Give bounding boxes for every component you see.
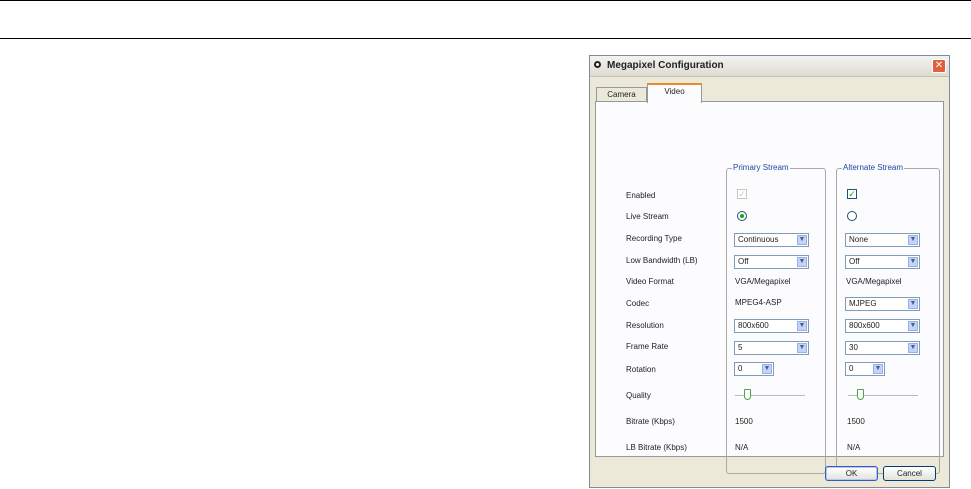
- primary-enabled-checkbox[interactable]: ✓: [737, 189, 747, 199]
- alternate-low-bandwidth-select[interactable]: Off ▼: [845, 255, 920, 269]
- chevron-down-icon[interactable]: ▼: [908, 343, 918, 353]
- rotation-label: Rotation: [626, 365, 656, 374]
- lb-bitrate-label: LB Bitrate (Kbps): [626, 443, 687, 452]
- recording-type-label: Recording Type: [626, 234, 682, 243]
- select-value: 0: [738, 364, 743, 373]
- alternate-codec-select[interactable]: MJPEG ▼: [845, 297, 920, 311]
- window-icon: [594, 61, 601, 68]
- close-icon[interactable]: ✕: [932, 59, 946, 73]
- alternate-video-format: VGA/Megapixel: [846, 277, 902, 286]
- quality-label: Quality: [626, 391, 651, 400]
- chevron-down-icon[interactable]: ▼: [908, 299, 918, 309]
- alternate-bitrate: 1500: [847, 417, 865, 426]
- chevron-down-icon[interactable]: ▼: [908, 257, 918, 267]
- alternate-recording-type-select[interactable]: None ▼: [845, 233, 920, 247]
- enabled-label: Enabled: [626, 191, 656, 200]
- video-format-label: Video Format: [626, 277, 674, 286]
- primary-frame-rate-select[interactable]: 5 ▼: [734, 341, 809, 355]
- primary-low-bandwidth-select[interactable]: Off ▼: [734, 255, 809, 269]
- select-value: MJPEG: [849, 299, 877, 308]
- primary-video-format: VGA/Megapixel: [735, 277, 791, 286]
- chevron-down-icon[interactable]: ▼: [797, 343, 807, 353]
- select-value: 800x600: [738, 321, 769, 330]
- select-value: 0: [849, 364, 854, 373]
- primary-bitrate: 1500: [735, 417, 753, 426]
- frame-rate-label: Frame Rate: [626, 342, 669, 351]
- primary-lb-bitrate: N/A: [735, 443, 749, 452]
- primary-rotation-select[interactable]: 0 ▼: [734, 362, 774, 376]
- megapixel-config-dialog: Megapixel Configuration ✕ Camera Video P…: [589, 55, 950, 488]
- video-tab-panel: Primary Stream Alternate Stream Enabled …: [595, 101, 944, 474]
- primary-codec: MPEG4-ASP: [735, 298, 782, 307]
- slider-thumb[interactable]: [857, 389, 864, 400]
- codec-label: Codec: [626, 299, 650, 308]
- primary-stream-title: Primary Stream: [732, 163, 790, 172]
- slider-thumb[interactable]: [744, 389, 751, 400]
- alternate-lb-bitrate: N/A: [847, 443, 861, 452]
- chevron-down-icon[interactable]: ▼: [762, 364, 772, 374]
- chevron-down-icon[interactable]: ▼: [797, 321, 807, 331]
- alternate-rotation-select[interactable]: 0 ▼: [845, 362, 885, 376]
- resolution-label: Resolution: [626, 321, 664, 330]
- alternate-resolution-select[interactable]: 800x600 ▼: [845, 319, 920, 333]
- alternate-enabled-checkbox[interactable]: ✓: [847, 189, 857, 199]
- chevron-down-icon[interactable]: ▼: [908, 321, 918, 331]
- primary-resolution-select[interactable]: 800x600 ▼: [734, 319, 809, 333]
- chevron-down-icon[interactable]: ▼: [797, 257, 807, 267]
- chevron-down-icon[interactable]: ▼: [873, 364, 883, 374]
- select-value: Continuous: [738, 235, 779, 244]
- primary-recording-type-select[interactable]: Continuous ▼: [734, 233, 809, 247]
- select-value: Off: [849, 257, 860, 266]
- live-stream-label: Live Stream: [626, 212, 669, 221]
- primary-quality-slider[interactable]: [735, 389, 805, 403]
- radio-selected-dot: [740, 214, 744, 218]
- header-divider: [0, 38, 971, 39]
- alternate-live-stream-radio[interactable]: [847, 211, 857, 221]
- alternate-quality-slider[interactable]: [848, 389, 918, 403]
- chevron-down-icon[interactable]: ▼: [797, 235, 807, 245]
- cancel-button[interactable]: Cancel: [883, 466, 936, 481]
- tab-video[interactable]: Video: [647, 83, 702, 103]
- chevron-down-icon[interactable]: ▼: [908, 235, 918, 245]
- title-bar[interactable]: Megapixel Configuration ✕: [590, 56, 949, 77]
- bitrate-label: Bitrate (Kbps): [626, 417, 675, 426]
- alternate-stream-title: Alternate Stream: [842, 163, 905, 172]
- top-divider: [0, 0, 971, 1]
- tab-camera[interactable]: Camera: [596, 87, 647, 102]
- alternate-frame-rate-select[interactable]: 30 ▼: [845, 341, 920, 355]
- primary-live-stream-radio[interactable]: [737, 211, 747, 221]
- select-value: 30: [849, 343, 858, 352]
- low-bandwidth-label: Low Bandwidth (LB): [626, 256, 698, 265]
- select-value: 5: [738, 343, 743, 352]
- select-value: None: [849, 235, 869, 244]
- window-title: Megapixel Configuration: [607, 60, 724, 71]
- select-value: 800x600: [849, 321, 880, 330]
- ok-button[interactable]: OK: [825, 466, 878, 481]
- select-value: Off: [738, 257, 749, 266]
